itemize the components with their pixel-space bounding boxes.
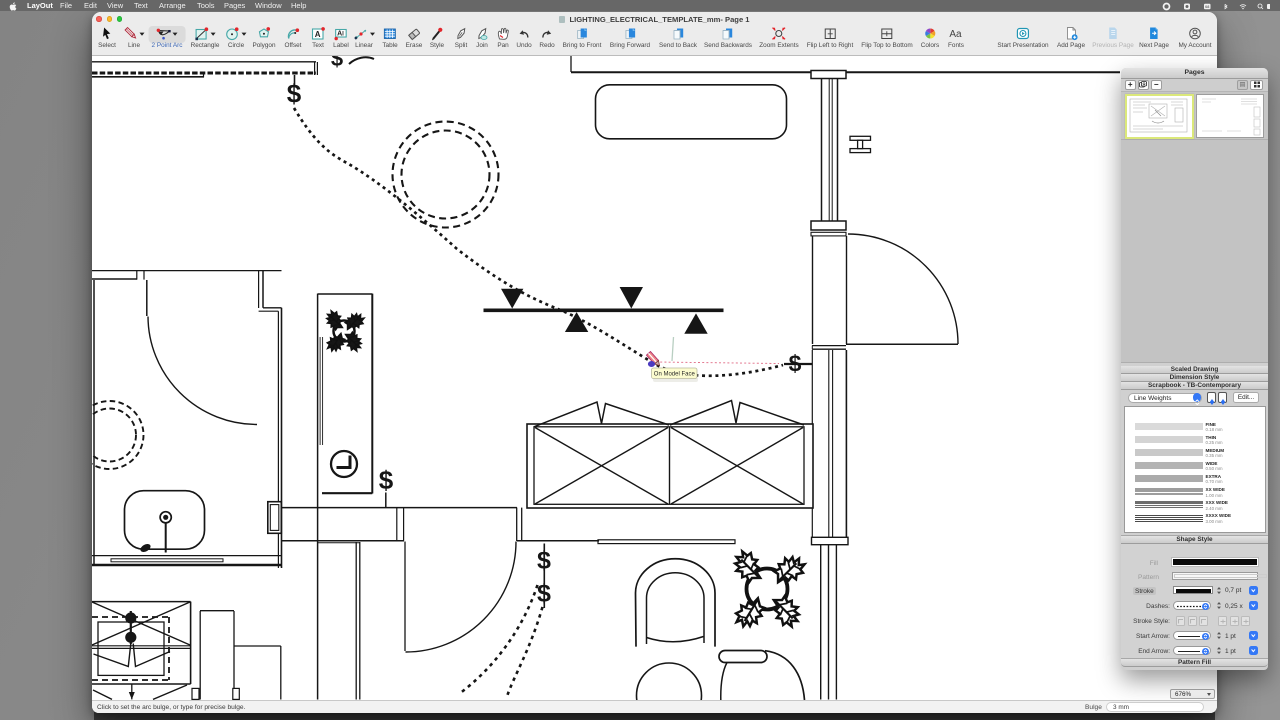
- svg-text:$: $: [379, 465, 394, 495]
- svg-text:$: $: [537, 580, 551, 608]
- svg-text:$: $: [789, 351, 802, 377]
- svg-text:Aa: Aa: [950, 29, 963, 40]
- svg-text:08: 08: [1205, 5, 1209, 9]
- svg-text:A: A: [337, 31, 342, 38]
- svg-text:$: $: [537, 547, 551, 575]
- svg-text:A: A: [315, 30, 321, 39]
- svg-text:$: $: [287, 79, 302, 109]
- svg-text:$: $: [331, 56, 343, 71]
- svg-text:On Model Face: On Model Face: [654, 372, 696, 378]
